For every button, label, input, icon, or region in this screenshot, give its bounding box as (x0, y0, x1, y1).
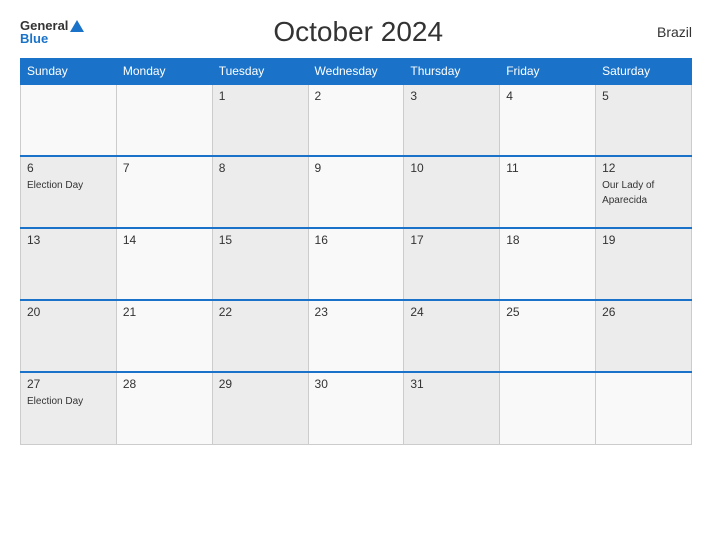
day-number: 27 (27, 377, 110, 391)
day-number: 4 (506, 89, 589, 103)
calendar-cell: 30 (308, 372, 404, 444)
calendar-cell: 3 (404, 84, 500, 156)
day-number: 19 (602, 233, 685, 247)
calendar-cell: 27 Election Day (21, 372, 117, 444)
day-number: 22 (219, 305, 302, 319)
day-number: 21 (123, 305, 206, 319)
calendar-cell: 1 (212, 84, 308, 156)
calendar-cell: 14 (116, 228, 212, 300)
weekday-saturday: Saturday (596, 59, 692, 85)
day-number: 26 (602, 305, 685, 319)
calendar-cell: 15 (212, 228, 308, 300)
calendar-table: SundayMondayTuesdayWednesdayThursdayFrid… (20, 58, 692, 445)
weekday-wednesday: Wednesday (308, 59, 404, 85)
weekday-header-row: SundayMondayTuesdayWednesdayThursdayFrid… (21, 59, 692, 85)
calendar-cell: 9 (308, 156, 404, 228)
calendar-cell (21, 84, 117, 156)
header: General Blue October 2024 Brazil (20, 16, 692, 48)
calendar-header: SundayMondayTuesdayWednesdayThursdayFrid… (21, 59, 692, 85)
calendar-cell (596, 372, 692, 444)
calendar-cell: 18 (500, 228, 596, 300)
calendar-cell: 12 Our Lady of Aparecida (596, 156, 692, 228)
calendar-cell: 17 (404, 228, 500, 300)
calendar-cell: 23 (308, 300, 404, 372)
calendar-cell: 11 (500, 156, 596, 228)
weekday-sunday: Sunday (21, 59, 117, 85)
day-number: 24 (410, 305, 493, 319)
calendar-body: 123456Election Day789101112Our Lady of A… (21, 84, 692, 444)
calendar-week-3: 13 14 15 16 17 18 19 (21, 228, 692, 300)
calendar-cell: 20 (21, 300, 117, 372)
page: General Blue October 2024 Brazil SundayM… (0, 0, 712, 550)
day-number: 30 (315, 377, 398, 391)
calendar-cell (500, 372, 596, 444)
day-number: 7 (123, 161, 206, 175)
day-number: 10 (410, 161, 493, 175)
country-label: Brazil (632, 24, 692, 40)
calendar-cell: 25 (500, 300, 596, 372)
day-number: 1 (219, 89, 302, 103)
calendar-cell: 7 (116, 156, 212, 228)
day-number: 16 (315, 233, 398, 247)
calendar-week-2: 6 Election Day 789 10 11 12 Our Lady of Aparec… (21, 156, 692, 228)
calendar-cell: 6 Election Day (21, 156, 117, 228)
day-number: 18 (506, 233, 589, 247)
day-number: 25 (506, 305, 589, 319)
calendar-cell: 5 (596, 84, 692, 156)
calendar-cell: 28 (116, 372, 212, 444)
day-number: 13 (27, 233, 110, 247)
day-number: 31 (410, 377, 493, 391)
day-number: 23 (315, 305, 398, 319)
calendar-week-5: 27 Election Day 28 29 30 31 (21, 372, 692, 444)
day-number: 15 (219, 233, 302, 247)
day-number: 28 (123, 377, 206, 391)
calendar-cell (116, 84, 212, 156)
day-number: 2 (315, 89, 398, 103)
weekday-thursday: Thursday (404, 59, 500, 85)
weekday-tuesday: Tuesday (212, 59, 308, 85)
day-number: 20 (27, 305, 110, 319)
calendar-cell: 26 (596, 300, 692, 372)
calendar-cell: 16 (308, 228, 404, 300)
day-event: Our Lady of Aparecida (602, 180, 654, 206)
day-number: 29 (219, 377, 302, 391)
calendar-cell: 8 (212, 156, 308, 228)
calendar-week-1: 12345 (21, 84, 692, 156)
logo: General Blue (20, 19, 84, 45)
logo-blue-text: Blue (20, 32, 84, 45)
day-number: 14 (123, 233, 206, 247)
calendar-cell: 31 (404, 372, 500, 444)
calendar-cell: 22 (212, 300, 308, 372)
calendar-cell: 13 (21, 228, 117, 300)
calendar-title: October 2024 (84, 16, 632, 48)
day-number: 5 (602, 89, 685, 103)
calendar-cell: 29 (212, 372, 308, 444)
day-number: 9 (315, 161, 398, 175)
weekday-monday: Monday (116, 59, 212, 85)
day-number: 12 (602, 161, 685, 175)
calendar-cell: 19 (596, 228, 692, 300)
day-number: 6 (27, 161, 110, 175)
logo-triangle-icon (70, 20, 84, 32)
calendar-cell: 2 (308, 84, 404, 156)
day-number: 11 (506, 161, 589, 175)
day-event: Election Day (27, 396, 83, 407)
day-number: 3 (410, 89, 493, 103)
calendar-week-4: 20 21 22 23 24 25 26 (21, 300, 692, 372)
calendar-cell: 21 (116, 300, 212, 372)
weekday-friday: Friday (500, 59, 596, 85)
day-number: 17 (410, 233, 493, 247)
day-event: Election Day (27, 180, 83, 191)
calendar-cell: 24 (404, 300, 500, 372)
day-number: 8 (219, 161, 302, 175)
calendar-cell: 10 (404, 156, 500, 228)
calendar-cell: 4 (500, 84, 596, 156)
